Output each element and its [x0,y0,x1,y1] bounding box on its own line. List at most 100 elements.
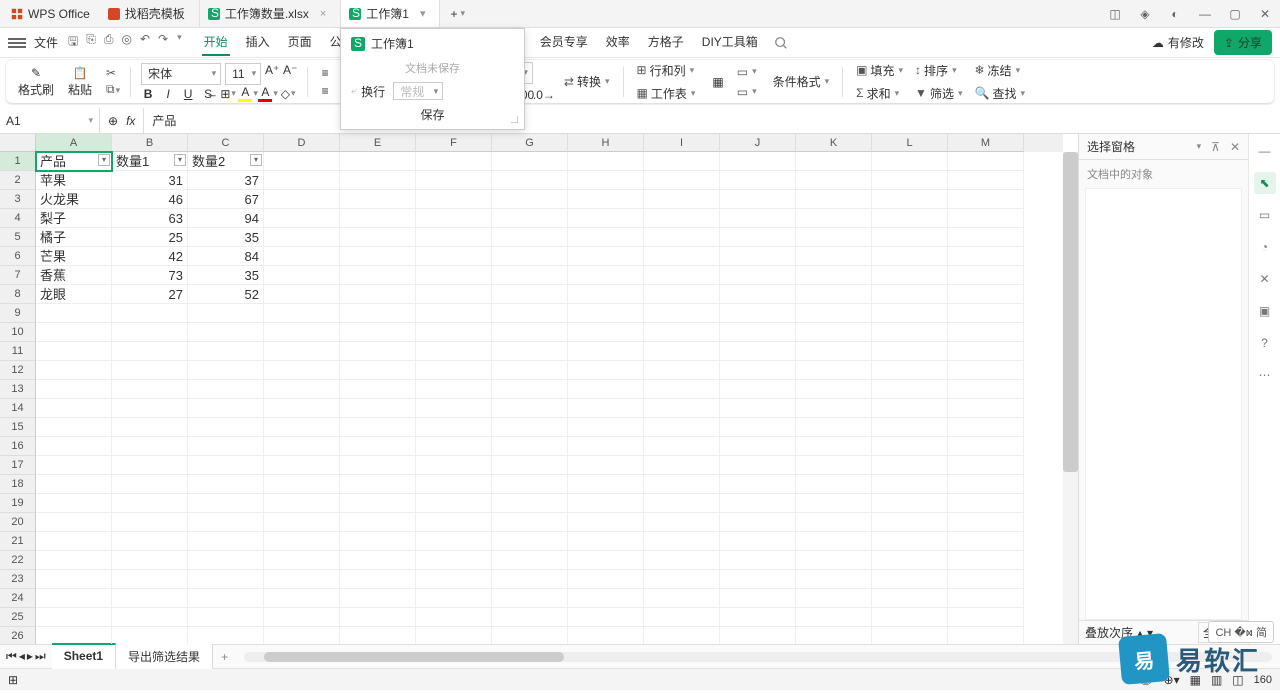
cell[interactable] [492,285,568,304]
cell[interactable] [340,399,416,418]
cell[interactable] [720,209,796,228]
cell[interactable] [340,266,416,285]
cell[interactable] [948,589,1024,608]
cell[interactable] [492,361,568,380]
cell[interactable] [644,266,720,285]
maximize-button[interactable]: ▢ [1220,0,1250,28]
cell[interactable] [796,437,872,456]
hamburger-icon[interactable] [8,38,26,48]
cell[interactable] [36,475,112,494]
cell[interactable] [568,532,644,551]
row-header[interactable]: 22 [0,551,36,570]
cell[interactable] [872,266,948,285]
cell[interactable] [340,456,416,475]
menu-tab-DIY工具箱[interactable]: DIY工具箱 [700,29,760,56]
cell[interactable] [264,285,340,304]
cell[interactable] [340,437,416,456]
border-icon[interactable]: ⊞▾ [221,87,235,101]
cell[interactable] [36,494,112,513]
cell[interactable] [720,228,796,247]
cell[interactable] [948,418,1024,437]
highlight-icon[interactable]: A▾ [241,87,255,101]
column-header[interactable]: G [492,134,568,152]
cell[interactable] [720,266,796,285]
cell[interactable] [644,361,720,380]
cell[interactable] [568,475,644,494]
cell[interactable] [872,627,948,644]
rail-select-icon[interactable]: ⬉ [1254,172,1276,194]
clear-format-icon[interactable]: ◇▾ [281,87,295,101]
cell[interactable] [644,209,720,228]
cell[interactable] [720,513,796,532]
cell[interactable] [416,380,492,399]
cell[interactable] [340,475,416,494]
cell[interactable] [948,456,1024,475]
cell[interactable] [872,228,948,247]
cell[interactable] [188,608,264,627]
cell[interactable] [872,608,948,627]
cell[interactable] [492,266,568,285]
cell[interactable] [264,570,340,589]
cell[interactable] [872,209,948,228]
cell[interactable] [416,247,492,266]
column-header[interactable]: A [36,134,112,152]
cell[interactable] [872,513,948,532]
cell[interactable] [644,228,720,247]
cell[interactable] [340,247,416,266]
menu-tab-方格子[interactable]: 方格子 [646,29,686,56]
filter-arrow-icon[interactable]: ▾ [98,154,110,166]
row-header[interactable]: 2 [0,171,36,190]
close-button[interactable]: ✕ [1250,0,1280,28]
cell[interactable] [644,190,720,209]
cell[interactable] [264,608,340,627]
cell[interactable] [872,190,948,209]
cell[interactable] [492,532,568,551]
cell[interactable] [568,608,644,627]
cell[interactable] [416,551,492,570]
cell[interactable] [720,190,796,209]
cell[interactable] [188,437,264,456]
cell[interactable] [720,627,796,644]
preview-icon[interactable]: ◎ [121,32,131,53]
cell[interactable] [112,608,188,627]
cell[interactable] [188,399,264,418]
cell[interactable] [720,608,796,627]
cell[interactable]: 数量2▾ [188,152,264,171]
cell[interactable] [720,285,796,304]
sheet-prev-icon[interactable]: ◂ [19,649,25,664]
cell[interactable]: 芒果 [36,247,112,266]
cell[interactable] [492,551,568,570]
row-header[interactable]: 24 [0,589,36,608]
cell[interactable] [112,323,188,342]
cell[interactable] [416,190,492,209]
cell[interactable] [720,323,796,342]
cell[interactable] [796,608,872,627]
cell[interactable] [492,437,568,456]
cell[interactable] [720,361,796,380]
cell[interactable] [644,551,720,570]
row-header[interactable]: 5 [0,228,36,247]
cell[interactable] [264,323,340,342]
row-header[interactable]: 15 [0,418,36,437]
cell[interactable] [568,209,644,228]
cell[interactable] [416,361,492,380]
cell[interactable] [720,475,796,494]
row-header[interactable]: 3 [0,190,36,209]
fx-icon[interactable]: fx [126,114,135,128]
cell[interactable] [568,171,644,190]
cell[interactable] [492,247,568,266]
cell[interactable] [112,418,188,437]
cell[interactable] [340,513,416,532]
cell[interactable] [340,494,416,513]
cell[interactable] [492,171,568,190]
cond-format-button[interactable]: 条件格式▾ [770,71,833,92]
font-size-select[interactable]: 11 [225,63,261,85]
sheet-first-icon[interactable]: ⏮ [6,649,17,664]
row-header[interactable]: 7 [0,266,36,285]
row-header[interactable]: 9 [0,304,36,323]
cell[interactable] [948,627,1024,644]
cell[interactable] [492,342,568,361]
cell[interactable] [264,304,340,323]
sheet-next-icon[interactable]: ▸ [27,649,33,664]
popup-wrap-button[interactable]: ⤶换行 [351,82,385,100]
